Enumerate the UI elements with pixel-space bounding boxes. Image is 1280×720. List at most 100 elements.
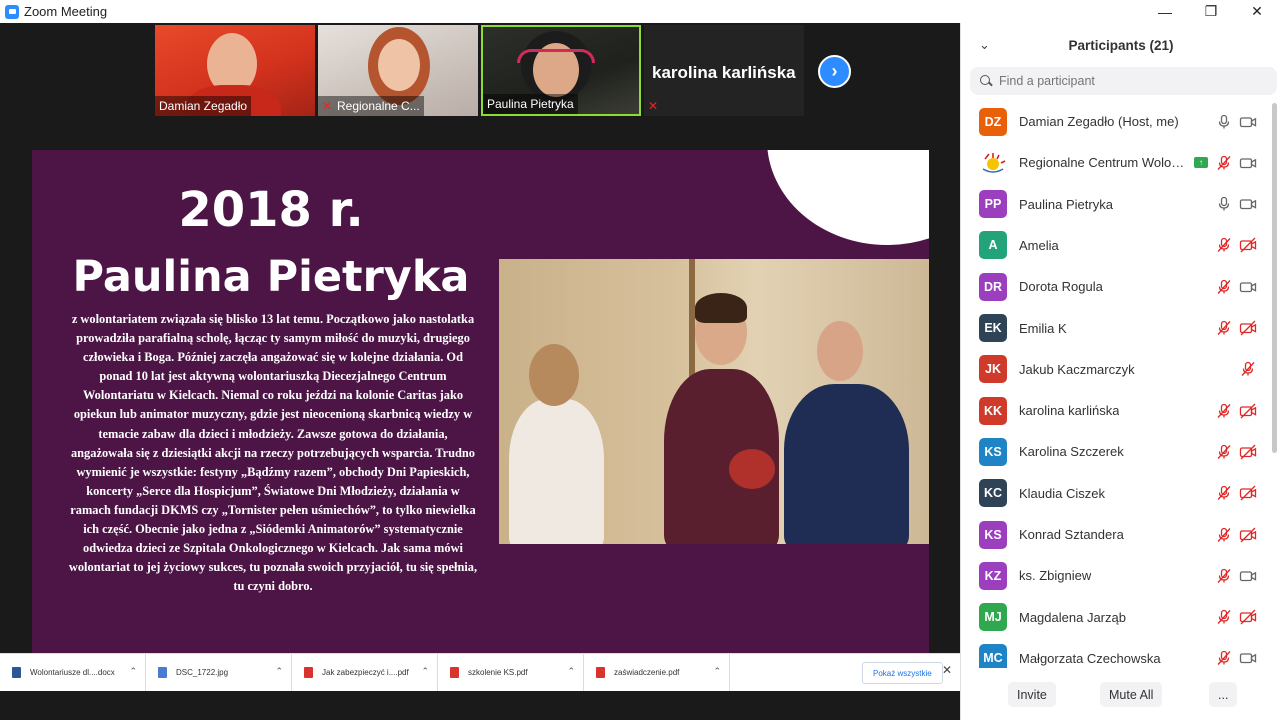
chevron-up-icon[interactable]: ⌃ — [713, 666, 721, 677]
download-item[interactable]: Jak zabezpieczyć i....pdf ⌃ — [292, 653, 438, 692]
avatar: KK — [979, 396, 1007, 425]
chevron-up-icon[interactable]: ⌃ — [275, 666, 283, 677]
participants-header: ⌄ Participants (21) — [961, 23, 1280, 68]
participant-name: Konrad Sztandera — [1019, 527, 1124, 542]
download-item[interactable]: DSC_1722.jpg ⌃ — [146, 653, 292, 692]
participant-row[interactable]: A Amelia — [961, 225, 1280, 266]
participant-name: Magdalena Jarząb — [1019, 609, 1126, 625]
participant-row[interactable]: Regionalne Centrum Wolon... ↑ — [961, 142, 1280, 183]
muted-mic-icon[interactable] — [1216, 650, 1232, 666]
participant-name: Damian Zegadło (Host, me) — [1019, 114, 1179, 129]
download-item[interactable]: Wolontariusze dl....docx ⌃ — [0, 653, 146, 692]
muted-mic-icon[interactable] — [1216, 444, 1232, 460]
avatar: JK — [979, 355, 1007, 384]
participant-row[interactable]: DZ Damian Zegadło (Host, me) — [961, 101, 1280, 142]
participant-name: ks. Zbigniew — [1019, 568, 1092, 584]
participant-name: Karolina Szczerek — [1019, 444, 1124, 460]
close-button[interactable]: ✕ — [1234, 0, 1280, 23]
participant-row[interactable]: DR Dorota Rogula — [961, 266, 1280, 307]
video-tile[interactable]: Damian Zegadło — [155, 25, 315, 116]
participants-panel: ⌄ Participants (21) DZ Damian Zegadło (Ho… — [960, 23, 1280, 720]
avatar: KS — [979, 437, 1007, 466]
window-controls: — ❐ ✕ — [1142, 0, 1280, 23]
pdf-file-icon — [450, 667, 459, 678]
avatar: DZ — [979, 107, 1007, 136]
participant-row[interactable]: EK Emilia K — [961, 308, 1280, 349]
camera-off-icon[interactable] — [1239, 403, 1257, 419]
participants-scrollbar[interactable] — [1272, 103, 1277, 453]
muted-mic-icon[interactable] — [1216, 527, 1232, 543]
more-options-button[interactable]: ... — [1209, 682, 1238, 707]
participant-row[interactable]: KC Klaudia Ciszek — [961, 473, 1280, 514]
invite-button[interactable]: Invite — [1008, 682, 1056, 707]
camera-icon[interactable] — [1239, 196, 1257, 212]
camera-icon[interactable] — [1239, 568, 1257, 584]
mic-icon[interactable] — [1216, 114, 1232, 130]
participant-name: Regionalne Centrum Wolon... — [1019, 155, 1189, 171]
participants-footer: Invite Mute All ... — [961, 678, 1280, 710]
participant-video-face — [378, 39, 420, 91]
muted-mic-icon[interactable] — [1216, 485, 1232, 501]
avatar: DR — [979, 272, 1007, 301]
decorative-circle — [767, 150, 929, 245]
mute-all-button[interactable]: Mute All — [1100, 682, 1163, 707]
download-item[interactable]: szkolenie KS.pdf ⌃ — [438, 653, 584, 692]
participant-row[interactable]: KS Konrad Sztandera — [961, 514, 1280, 555]
muted-mic-icon: ✕ — [322, 99, 333, 113]
next-page-arrow-icon[interactable]: › — [818, 55, 851, 88]
avatar: EK — [979, 314, 1007, 342]
camera-off-icon[interactable] — [1239, 527, 1257, 543]
download-item[interactable]: zaświadczenie.pdf ⌃ — [584, 653, 730, 692]
participant-row[interactable]: PP Paulina Pietryka — [961, 184, 1280, 225]
avatar: PP — [979, 190, 1007, 219]
participant-name: Amelia — [1019, 237, 1059, 253]
participant-row[interactable]: KS Karolina Szczerek — [961, 431, 1280, 472]
maximize-button[interactable]: ❐ — [1188, 0, 1234, 23]
chevron-down-icon[interactable]: ⌄ — [979, 37, 990, 53]
photo-flowers — [729, 449, 775, 489]
camera-off-icon[interactable] — [1239, 485, 1257, 501]
participant-row[interactable]: MJ Magdalena Jarząb — [961, 597, 1280, 638]
chevron-up-icon[interactable]: ⌃ — [129, 666, 137, 677]
participant-row[interactable]: JK Jakub Kaczmarczyk — [961, 349, 1280, 390]
camera-off-icon[interactable] — [1239, 609, 1257, 625]
muted-mic-icon[interactable] — [1216, 237, 1232, 253]
muted-mic-icon[interactable] — [1216, 279, 1232, 295]
search-input[interactable] — [999, 74, 1259, 88]
pdf-file-icon — [596, 667, 605, 678]
chevron-up-icon[interactable]: ⌃ — [567, 666, 575, 677]
camera-icon[interactable] — [1239, 155, 1257, 171]
muted-mic-icon[interactable] — [1216, 403, 1232, 419]
camera-off-icon[interactable] — [1239, 320, 1257, 336]
video-tile-no-video[interactable]: karolina karlińska ✕ — [644, 25, 804, 116]
video-tile[interactable]: ✕ Regionalne C... — [318, 25, 478, 116]
participant-row[interactable]: MC Małgorzata Czechowska — [961, 638, 1280, 668]
photo-person-right-head — [817, 321, 863, 381]
participant-row[interactable]: KK karolina karlińska — [961, 390, 1280, 431]
camera-icon[interactable] — [1239, 114, 1257, 130]
download-bar: Wolontariusze dl....docx ⌃ DSC_1722.jpg … — [0, 653, 960, 692]
camera-icon[interactable] — [1239, 279, 1257, 295]
headphones-shape — [517, 49, 595, 63]
muted-mic-icon[interactable] — [1216, 320, 1232, 336]
muted-mic-icon[interactable] — [1216, 155, 1232, 171]
camera-icon[interactable] — [1239, 650, 1257, 666]
camera-off-icon[interactable] — [1239, 237, 1257, 253]
show-all-downloads-button[interactable]: Pokaż wszystkie — [862, 662, 943, 684]
video-tile-active-speaker[interactable]: Paulina Pietryka — [481, 25, 641, 116]
muted-mic-icon: ✕ — [648, 99, 659, 113]
participant-search[interactable] — [970, 67, 1277, 95]
close-download-bar-icon[interactable]: ✕ — [942, 663, 952, 677]
muted-mic-icon[interactable] — [1216, 568, 1232, 584]
avatar: KS — [979, 520, 1007, 549]
tile-name-label: ✕ Regionalne C... — [318, 96, 424, 116]
share-screen-icon: ↑ — [1194, 157, 1208, 169]
slide-year: 2018 r. — [178, 182, 364, 238]
muted-mic-icon[interactable] — [1240, 361, 1256, 377]
mic-icon[interactable] — [1216, 196, 1232, 212]
minimize-button[interactable]: — — [1142, 0, 1188, 23]
camera-off-icon[interactable] — [1239, 444, 1257, 460]
chevron-up-icon[interactable]: ⌃ — [421, 666, 429, 677]
muted-mic-icon[interactable] — [1216, 609, 1232, 625]
participant-row[interactable]: KZ ks. Zbigniew — [961, 555, 1280, 596]
